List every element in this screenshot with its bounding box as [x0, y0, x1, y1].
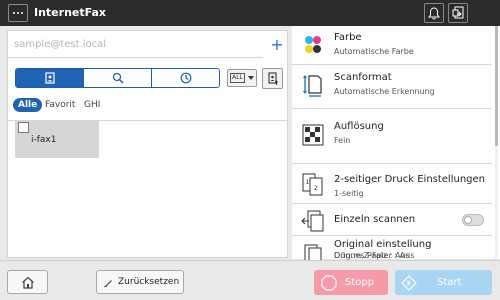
eraser-icon [104, 280, 112, 287]
notification-bell-icon[interactable] [424, 3, 444, 23]
setting-color-title: Farbe [334, 32, 362, 43]
setting-scan-format-value: Automatische Erkennung [334, 87, 435, 96]
setting-color[interactable]: Farbe Automatische Farbe [292, 26, 492, 65]
search-tab[interactable] [83, 69, 151, 87]
setting-single-scan[interactable]: Einzeln scannen [292, 204, 492, 236]
filter-ghi[interactable]: GHI [84, 98, 100, 112]
reset-label: Zurücksetzen [118, 277, 180, 287]
bottom-bar: Zurücksetzen Stopp Start [0, 260, 500, 300]
add-address-button[interactable]: + [269, 36, 285, 54]
filter-favorites[interactable]: Favorit [45, 98, 75, 112]
color-icon [305, 36, 321, 53]
search-icon [112, 72, 124, 84]
settings-scrollbar[interactable] [495, 26, 498, 259]
address-book-icon [44, 72, 55, 84]
menu-button[interactable] [8, 4, 28, 22]
setting-resolution[interactable]: Auflösung Fein [292, 109, 492, 164]
setting-original-title: Original einstellung [334, 239, 432, 250]
svg-text:1: 1 [306, 179, 310, 186]
scrollbar-thumb[interactable] [495, 26, 498, 146]
setting-duplex[interactable]: 1 2 2-seitiger Druck Einstellungen 1-sei… [292, 164, 492, 204]
stop-label: Stopp [345, 277, 375, 288]
register-address-icon [268, 71, 278, 85]
start-label: Start [437, 277, 462, 288]
address-book-tab[interactable] [16, 69, 83, 87]
reset-button[interactable]: Zurücksetzen [96, 270, 184, 294]
setting-scan-format[interactable]: Scanformat Automatische Erkennung [292, 65, 492, 109]
setting-resolution-value: Fein [334, 136, 351, 145]
title-bar: InternetFax [0, 0, 500, 26]
scan-format-icon [303, 75, 322, 97]
setting-duplex-value: 1-seitig [334, 189, 364, 198]
single-scan-icon [301, 210, 324, 232]
destination-label: i-fax1 [31, 135, 57, 145]
duplex-icon: 1 2 [302, 173, 323, 196]
setting-single-scan-title: Einzeln scannen [334, 214, 416, 225]
index-dropdown[interactable]: ALL [227, 69, 257, 87]
filter-all[interactable]: Alle [13, 98, 43, 112]
setting-resolution-title: Auflösung [334, 121, 384, 132]
svg-text:2: 2 [314, 185, 318, 192]
index-dropdown-value: ALL [230, 73, 245, 83]
stop-icon [321, 274, 337, 291]
single-scan-toggle[interactable] [462, 214, 484, 226]
home-icon [21, 276, 34, 289]
register-address-button[interactable] [262, 68, 283, 89]
resolution-icon [302, 124, 324, 146]
chevron-down-icon [247, 76, 254, 80]
stop-button[interactable]: Stopp [314, 270, 388, 295]
clock-icon [180, 72, 191, 84]
list-item[interactable]: i-fax1 [15, 120, 99, 158]
setting-duplex-title: 2-seitiger Druck Einstellungen [334, 174, 486, 185]
destination-panel: + ALL Alle Favorit GHI i-fax1 [7, 30, 288, 258]
setting-color-value: Automatische Farbe [334, 47, 414, 56]
setting-scan-format-title: Scanformat [334, 72, 392, 83]
start-icon [401, 274, 417, 291]
address-input[interactable] [8, 32, 263, 58]
start-button[interactable]: Start [395, 270, 492, 295]
history-tab[interactable] [151, 69, 219, 87]
app-title: InternetFax [34, 6, 107, 19]
home-button[interactable] [7, 270, 48, 294]
device-status-icon[interactable] [448, 3, 468, 23]
settings-panel: Farbe Automatische Farbe Scanformat Auto… [292, 26, 500, 267]
destination-checkbox[interactable] [18, 122, 29, 133]
view-mode-selector [15, 68, 220, 88]
